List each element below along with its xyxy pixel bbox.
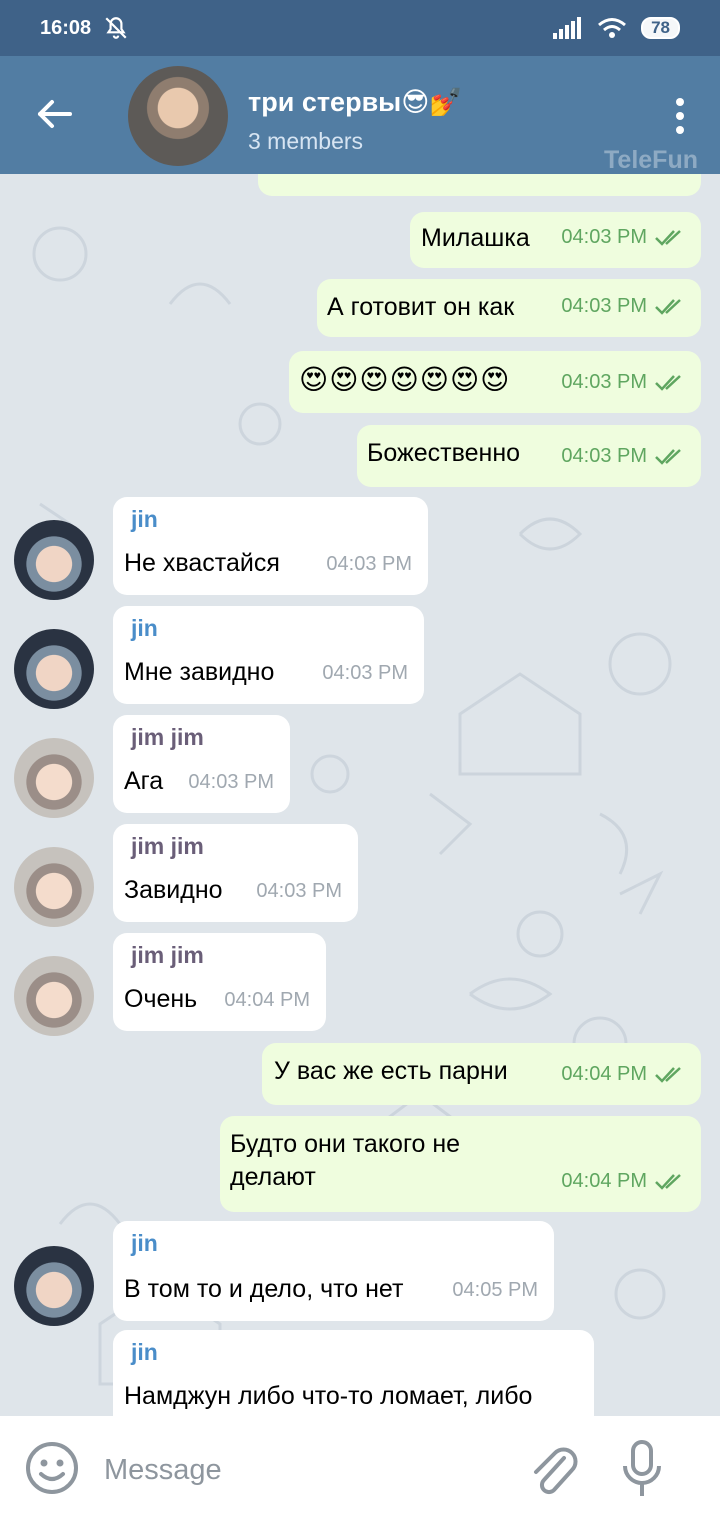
message-bubble-partial[interactable]: [258, 174, 701, 196]
message-meta: 04:05 PM: [452, 1274, 538, 1307]
wifi-icon: [598, 18, 627, 38]
message-bubble[interactable]: Божественно 04:03 PM: [357, 425, 701, 487]
message-text: Божественно: [367, 439, 521, 467]
double-check-icon: [655, 374, 681, 391]
message-bubble[interactable]: Будто они такого не делают 04:04 PM: [220, 1116, 701, 1212]
message-time: 04:05 PM: [452, 1279, 538, 1301]
message-time: 04:04 PM: [561, 1063, 647, 1085]
avatar-jim-jim[interactable]: [14, 738, 94, 818]
message-sender[interactable]: jim jim: [131, 939, 204, 972]
message-text: Намджун либо что-то ломает, либо: [124, 1382, 533, 1410]
message-time: 04:03 PM: [322, 662, 408, 684]
message-text: А готовит он как: [327, 293, 515, 321]
message-meta: 04:04 PM: [561, 1165, 685, 1198]
message-bubble[interactable]: Милашка 04:03 PM: [410, 212, 701, 268]
message-bubble[interactable]: А готовит он как 04:03 PM: [317, 279, 701, 337]
message-text: Мне завидно: [124, 658, 275, 686]
message-text: Милашка: [421, 224, 530, 252]
message-sender[interactable]: jim jim: [131, 830, 204, 863]
microphone-icon[interactable]: [618, 1438, 666, 1502]
emoji-icon[interactable]: [24, 1440, 80, 1496]
back-arrow-icon[interactable]: [30, 90, 78, 138]
message-sender[interactable]: jin: [131, 612, 158, 645]
message-text: Завидно: [124, 876, 223, 904]
status-bar: 16:08 78: [0, 0, 720, 56]
message-bubble[interactable]: jin Намджун либо что-то ломает, либо: [113, 1330, 594, 1416]
message-time: 04:03 PM: [326, 553, 412, 575]
avatar-jin[interactable]: [14, 520, 94, 600]
signal-icon: [553, 17, 582, 39]
group-avatar[interactable]: [128, 66, 228, 166]
message-sender[interactable]: jin: [131, 1227, 158, 1260]
message-time: 04:04 PM: [561, 1170, 647, 1192]
message-meta: 04:03 PM: [561, 440, 685, 473]
group-title[interactable]: три стервы😎💅: [248, 86, 463, 118]
chat-header: три стервы😎💅 3 members TeleFun: [0, 56, 720, 174]
message-text: В том то и дело, что нет: [124, 1275, 404, 1303]
message-meta: 04:04 PM: [224, 984, 310, 1017]
message-meta: 04:03 PM: [256, 875, 342, 908]
message-bubble[interactable]: jin Не хвастайся 04:03 PM: [113, 497, 428, 595]
message-meta: 04:03 PM: [188, 766, 274, 799]
chat-area[interactable]: Милашка 04:03 PM А готовит он как 04:03 …: [0, 174, 720, 1416]
message-bubble[interactable]: jim jim Завидно 04:03 PM: [113, 824, 358, 922]
message-meta: 04:03 PM: [561, 366, 685, 399]
message-meta: 04:03 PM: [561, 290, 685, 323]
message-meta: 04:03 PM: [322, 657, 408, 690]
avatar-jin[interactable]: [14, 1246, 94, 1326]
message-time: 04:03 PM: [188, 771, 274, 793]
message-time: 04:03 PM: [561, 295, 647, 317]
double-check-icon: [655, 1173, 681, 1190]
message-sender[interactable]: jim jim: [131, 721, 204, 754]
status-time: 16:08: [40, 16, 92, 39]
member-count: 3 members: [248, 128, 364, 154]
watermark: TeleFun: [604, 146, 698, 174]
double-check-icon: [655, 1066, 681, 1083]
message-meta: 04:03 PM: [326, 548, 412, 581]
message-sender[interactable]: jin: [131, 1336, 158, 1369]
message-bubble[interactable]: У вас же есть парни 04:04 PM: [262, 1043, 701, 1105]
double-check-icon: [655, 298, 681, 315]
message-time: 04:03 PM: [561, 445, 647, 467]
attach-icon[interactable]: [524, 1442, 580, 1498]
message-input[interactable]: [104, 1450, 504, 1490]
message-time: 04:03 PM: [256, 880, 342, 902]
message-text: Будто они такого не делают: [230, 1130, 461, 1191]
message-time: 04:03 PM: [561, 226, 647, 248]
message-sender[interactable]: jin: [131, 503, 158, 536]
message-text: Ага: [124, 767, 164, 795]
message-meta: 04:03 PM: [561, 221, 685, 254]
double-check-icon: [655, 229, 681, 246]
message-text: Не хвастайся: [124, 549, 280, 577]
message-meta: 04:04 PM: [561, 1058, 685, 1091]
avatar-jim-jim[interactable]: [14, 956, 94, 1036]
double-check-icon: [655, 448, 681, 465]
message-time: 04:03 PM: [561, 371, 647, 393]
avatar-jim-jim[interactable]: [14, 847, 94, 927]
message-bubble[interactable]: jim jim Очень 04:04 PM: [113, 933, 326, 1031]
message-bubble[interactable]: jin Мне завидно 04:03 PM: [113, 606, 424, 704]
message-bubble[interactable]: jin В том то и дело, что нет 04:05 PM: [113, 1221, 554, 1321]
more-options-icon[interactable]: [670, 96, 690, 136]
notifications-muted-icon: [105, 17, 127, 39]
message-text: 😍😍😍😍😍😍😍: [299, 364, 511, 395]
message-text: У вас же есть парни: [274, 1057, 508, 1085]
battery-indicator: 78: [641, 17, 680, 39]
message-bubble[interactable]: 😍😍😍😍😍😍😍 04:03 PM: [289, 351, 701, 413]
message-time: 04:04 PM: [224, 989, 310, 1011]
message-bubble[interactable]: jim jim Ага 04:03 PM: [113, 715, 290, 813]
message-text: Очень: [124, 985, 198, 1013]
avatar-jin[interactable]: [14, 629, 94, 709]
message-input-bar: [0, 1416, 720, 1520]
